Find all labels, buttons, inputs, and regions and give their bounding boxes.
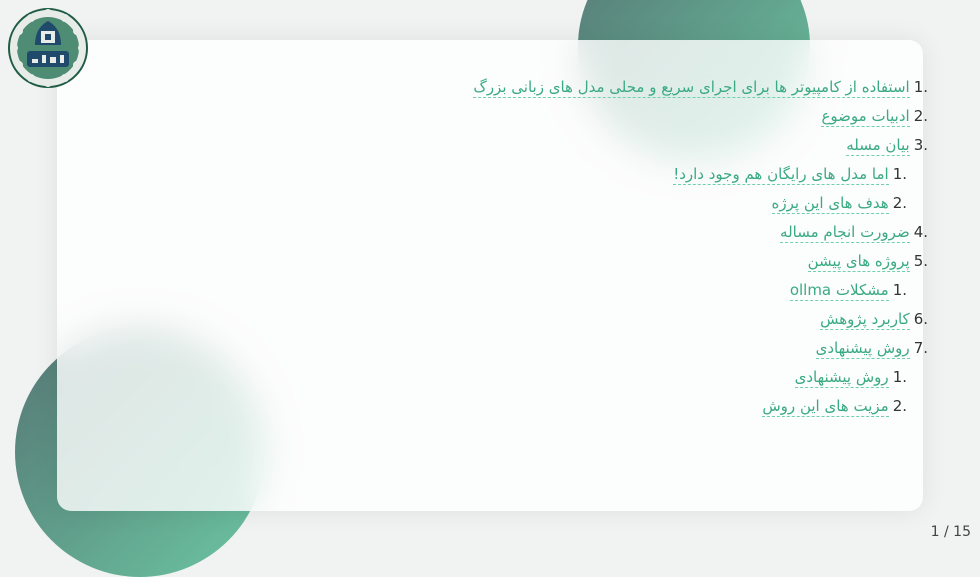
- toc-subitem[interactable]: 1.مشکلات ollma: [473, 279, 928, 308]
- toc-item[interactable]: 4.ضرورت انجام مساله: [473, 221, 928, 250]
- toc-link[interactable]: روش پیشنهادی: [815, 339, 910, 359]
- toc-subitem[interactable]: 2.مزیت های این روش: [473, 395, 928, 424]
- toc-item-number: 2.: [913, 107, 928, 125]
- toc-item[interactable]: 6.کاربرد پژوهش: [473, 308, 928, 337]
- toc-item-number: 1.: [892, 165, 907, 183]
- toc-link[interactable]: ضرورت انجام مساله: [780, 223, 910, 243]
- toc-link[interactable]: اما مدل های رایگان هم وجود دارد!: [673, 165, 889, 185]
- toc-link[interactable]: مزیت های این روش: [762, 397, 889, 417]
- toc-link[interactable]: هدف های این پرژه: [771, 194, 889, 214]
- toc-item[interactable]: 2.ادبیات موضوع: [473, 105, 928, 134]
- toc-item-number: 4.: [913, 223, 928, 241]
- toc-item-number: 6.: [913, 310, 928, 328]
- toc-link[interactable]: بیان مسله: [846, 136, 910, 156]
- toc-link[interactable]: استفاده از کامپیوتر ها برای اجرای سریع و…: [473, 78, 910, 98]
- toc-link[interactable]: پروژه های پیشن: [807, 252, 910, 272]
- toc-link[interactable]: روش پیشنهادی: [794, 368, 889, 388]
- toc-item-number: 3.: [913, 136, 928, 154]
- toc-item-number: 5.: [913, 252, 928, 270]
- toc-item-number: 1.: [892, 368, 907, 386]
- university-logo-icon: [7, 7, 89, 89]
- toc-item[interactable]: 7.روش پیشنهادی: [473, 337, 928, 366]
- toc-subitem[interactable]: 1.اما مدل های رایگان هم وجود دارد!: [473, 163, 928, 192]
- toc-subitem[interactable]: 2.هدف های این پرژه: [473, 192, 928, 221]
- toc-item[interactable]: 3.بیان مسله: [473, 134, 928, 163]
- toc-item-number: 7.: [913, 339, 928, 357]
- toc-item[interactable]: 5.پروژه های پیشن: [473, 250, 928, 279]
- toc-item-number: 1.: [913, 78, 928, 96]
- toc-link[interactable]: ادبیات موضوع: [821, 107, 910, 127]
- toc-item-number: 2.: [892, 397, 907, 415]
- toc-link[interactable]: کاربرد پژوهش: [820, 310, 910, 330]
- slide-counter: 1 / 15: [930, 524, 971, 540]
- toc-item[interactable]: 1.استفاده از کامپیوتر ها برای اجرای سریع…: [473, 76, 928, 105]
- table-of-contents: 1.استفاده از کامپیوتر ها برای اجرای سریع…: [473, 76, 928, 424]
- toc-subitem[interactable]: 1.روش پیشنهادی: [473, 366, 928, 395]
- toc-item-number: 1.: [892, 281, 907, 299]
- toc-link[interactable]: مشکلات ollma: [789, 281, 889, 301]
- toc-item-number: 2.: [892, 194, 907, 212]
